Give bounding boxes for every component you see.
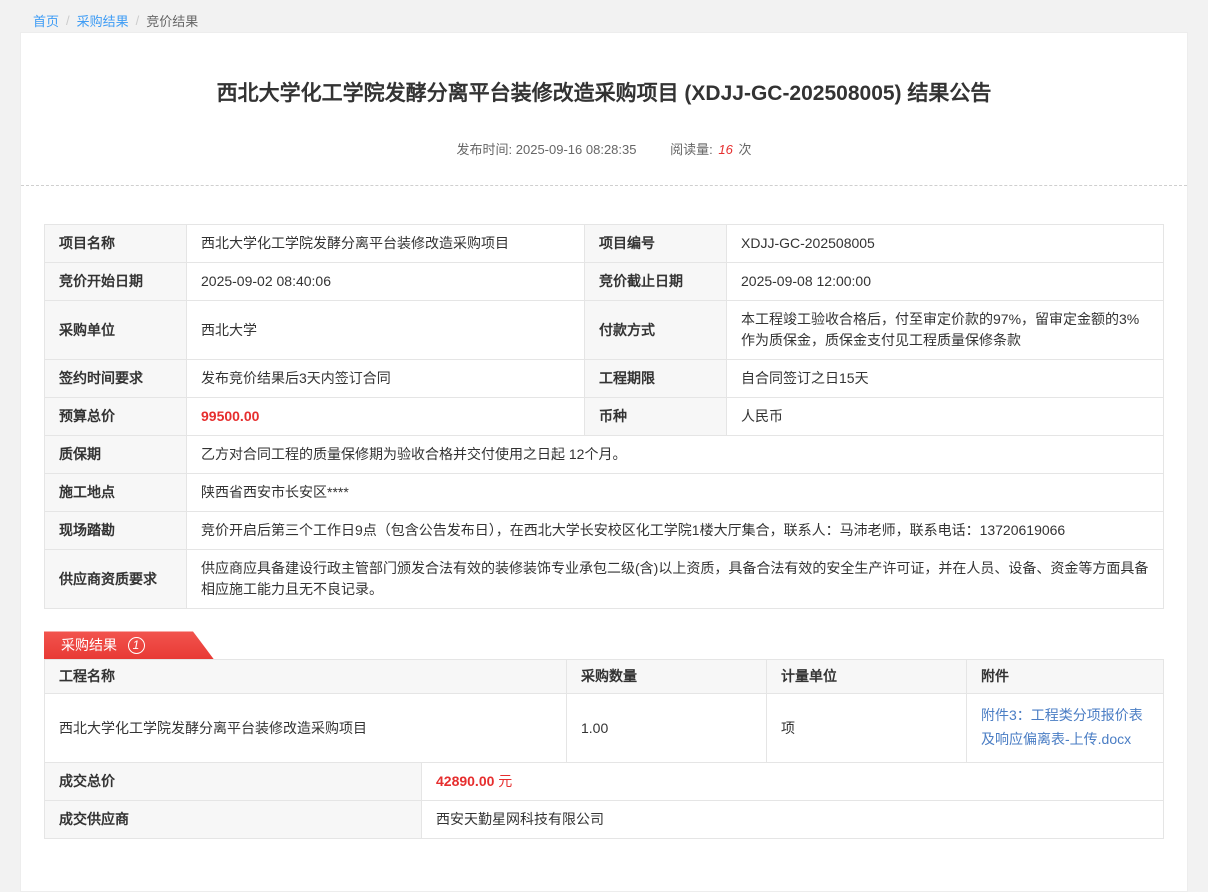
field-label: 币种 [585, 398, 727, 436]
table-row: 项目名称 西北大学化工学院发酵分离平台装修改造采购项目 项目编号 XDJJ-GC… [45, 225, 1164, 263]
column-header-quantity: 采购数量 [567, 660, 767, 694]
field-value-payment-terms: 本工程竣工验收合格后，付至审定价款的97%，留审定金额的3%作为质保金，质保金支… [727, 301, 1164, 360]
total-price-value: 42890.00 [436, 773, 494, 789]
field-label: 采购单位 [45, 301, 187, 360]
table-row: 成交供应商 西安天勤星网科技有限公司 [45, 801, 1164, 839]
column-header-unit: 计量单位 [767, 660, 967, 694]
procurement-result-ribbon-label: 采购结果 [61, 635, 117, 655]
field-value-project-duration: 自合同签订之日15天 [727, 360, 1164, 398]
field-label: 竞价截止日期 [585, 263, 727, 301]
winning-supplier-label: 成交供应商 [45, 801, 422, 839]
field-value-purchaser: 西北大学 [187, 301, 585, 360]
table-header-row: 工程名称 采购数量 计量单位 附件 [45, 660, 1164, 694]
field-value-bid-start: 2025-09-02 08:40:06 [187, 263, 585, 301]
page: 首页 / 采购结果 / 竞价结果 西北大学化工学院发酵分离平台装修改造采购项目 … [0, 0, 1208, 816]
table-row: 签约时间要求 发布竞价结果后3天内签订合同 工程期限 自合同签订之日15天 [45, 360, 1164, 398]
field-value-project-name: 西北大学化工学院发酵分离平台装修改造采购项目 [187, 225, 585, 263]
table-row: 现场踏勘 竞价开启后第三个工作日9点（包含公告发布日），在西北大学长安校区化工学… [45, 512, 1164, 550]
announcement-card: 西北大学化工学院发酵分离平台装修改造采购项目 (XDJJ-GC-20250800… [20, 32, 1188, 892]
field-label: 供应商资质要求 [45, 550, 187, 609]
field-value-project-code: XDJJ-GC-202508005 [727, 225, 1164, 263]
announcement-header: 西北大学化工学院发酵分离平台装修改造采购项目 (XDJJ-GC-20250800… [21, 33, 1187, 186]
field-value-supplier-qualification: 供应商应具备建设行政主管部门颁发合法有效的装修装饰专业承包二级(含)以上资质，具… [187, 550, 1164, 609]
result-section: 工程名称 采购数量 计量单位 附件 西北大学化工学院发酵分离平台装修改造采购项目… [21, 659, 1187, 839]
result-table: 工程名称 采购数量 计量单位 附件 西北大学化工学院发酵分离平台装修改造采购项目… [44, 659, 1164, 763]
field-label: 签约时间要求 [45, 360, 187, 398]
page-title: 西北大学化工学院发酵分离平台装修改造采购项目 (XDJJ-GC-20250800… [21, 33, 1187, 109]
result-item-name: 西北大学化工学院发酵分离平台装修改造采购项目 [45, 694, 567, 763]
table-row: 成交总价 42890.00 元 [45, 763, 1164, 801]
total-price-unit: 元 [498, 773, 512, 789]
view-count-label: 阅读量: [670, 142, 713, 157]
result-item-unit: 项 [767, 694, 967, 763]
field-label: 竞价开始日期 [45, 263, 187, 301]
field-value-bid-deadline: 2025-09-08 12:00:00 [727, 263, 1164, 301]
total-price-label: 成交总价 [45, 763, 422, 801]
field-value-signing-requirement: 发布竞价结果后3天内签订合同 [187, 360, 585, 398]
table-row: 供应商资质要求 供应商应具备建设行政主管部门颁发合法有效的装修装饰专业承包二级(… [45, 550, 1164, 609]
field-value-site-survey: 竞价开启后第三个工作日9点（包含公告发布日），在西北大学长安校区化工学院1楼大厅… [187, 512, 1164, 550]
field-value-warranty: 乙方对合同工程的质量保修期为验收合格并交付使用之日起 12个月。 [187, 436, 1164, 474]
field-label: 付款方式 [585, 301, 727, 360]
result-summary-table: 成交总价 42890.00 元 成交供应商 西安天勤星网科技有限公司 [44, 762, 1164, 839]
view-count-value: 16 [718, 142, 732, 157]
column-header-name: 工程名称 [45, 660, 567, 694]
field-label: 项目编号 [585, 225, 727, 263]
table-row: 施工地点 陕西省西安市长安区**** [45, 474, 1164, 512]
field-label: 现场踏勘 [45, 512, 187, 550]
result-item-quantity: 1.00 [567, 694, 767, 763]
table-row: 预算总价 99500.00 币种 人民币 [45, 398, 1164, 436]
field-value-site-location: 陕西省西安市长安区**** [187, 474, 1164, 512]
field-value-currency: 人民币 [727, 398, 1164, 436]
field-label: 工程期限 [585, 360, 727, 398]
table-row: 质保期 乙方对合同工程的质量保修期为验收合格并交付使用之日起 12个月。 [45, 436, 1164, 474]
total-price-cell: 42890.00 元 [422, 763, 1164, 801]
breadcrumb-separator: / [136, 13, 140, 28]
table-row: 采购单位 西北大学 付款方式 本工程竣工验收合格后，付至审定价款的97%，留审定… [45, 301, 1164, 360]
field-label: 项目名称 [45, 225, 187, 263]
breadcrumb-link-procurement-results[interactable]: 采购结果 [77, 11, 129, 30]
field-label: 施工地点 [45, 474, 187, 512]
breadcrumb-current: 竞价结果 [146, 11, 198, 30]
column-header-attachment: 附件 [967, 660, 1164, 694]
publish-time-label: 发布时间: [457, 142, 513, 157]
attachment-link[interactable]: 附件3：工程类分项报价表及响应偏离表-上传.docx [981, 704, 1149, 752]
breadcrumb-separator: / [66, 13, 70, 28]
field-label: 预算总价 [45, 398, 187, 436]
publish-time-value: 2025-09-16 08:28:35 [516, 142, 637, 157]
field-label: 质保期 [45, 436, 187, 474]
winning-supplier-value: 西安天勤星网科技有限公司 [422, 801, 1164, 839]
field-value-budget-total: 99500.00 [187, 398, 585, 436]
procurement-result-ribbon: 采购结果 1 [44, 631, 214, 659]
announcement-body: 项目名称 西北大学化工学院发酵分离平台装修改造采购项目 项目编号 XDJJ-GC… [21, 224, 1187, 609]
view-count-group: 阅读量: 16 次 [670, 142, 751, 157]
breadcrumb-link-home[interactable]: 首页 [33, 11, 59, 30]
result-item-row: 西北大学化工学院发酵分离平台装修改造采购项目 1.00 项 附件3：工程类分项报… [45, 694, 1164, 763]
view-count-unit: 次 [738, 142, 751, 157]
announcement-meta: 发布时间: 2025-09-16 08:28:35 阅读量: 16 次 [21, 139, 1187, 186]
project-info-table: 项目名称 西北大学化工学院发酵分离平台装修改造采购项目 项目编号 XDJJ-GC… [44, 224, 1164, 609]
publish-time-group: 发布时间: 2025-09-16 08:28:35 [457, 142, 641, 157]
result-item-attachment-cell: 附件3：工程类分项报价表及响应偏离表-上传.docx [967, 694, 1164, 763]
result-count-badge: 1 [128, 637, 145, 654]
table-row: 竞价开始日期 2025-09-02 08:40:06 竞价截止日期 2025-0… [45, 263, 1164, 301]
